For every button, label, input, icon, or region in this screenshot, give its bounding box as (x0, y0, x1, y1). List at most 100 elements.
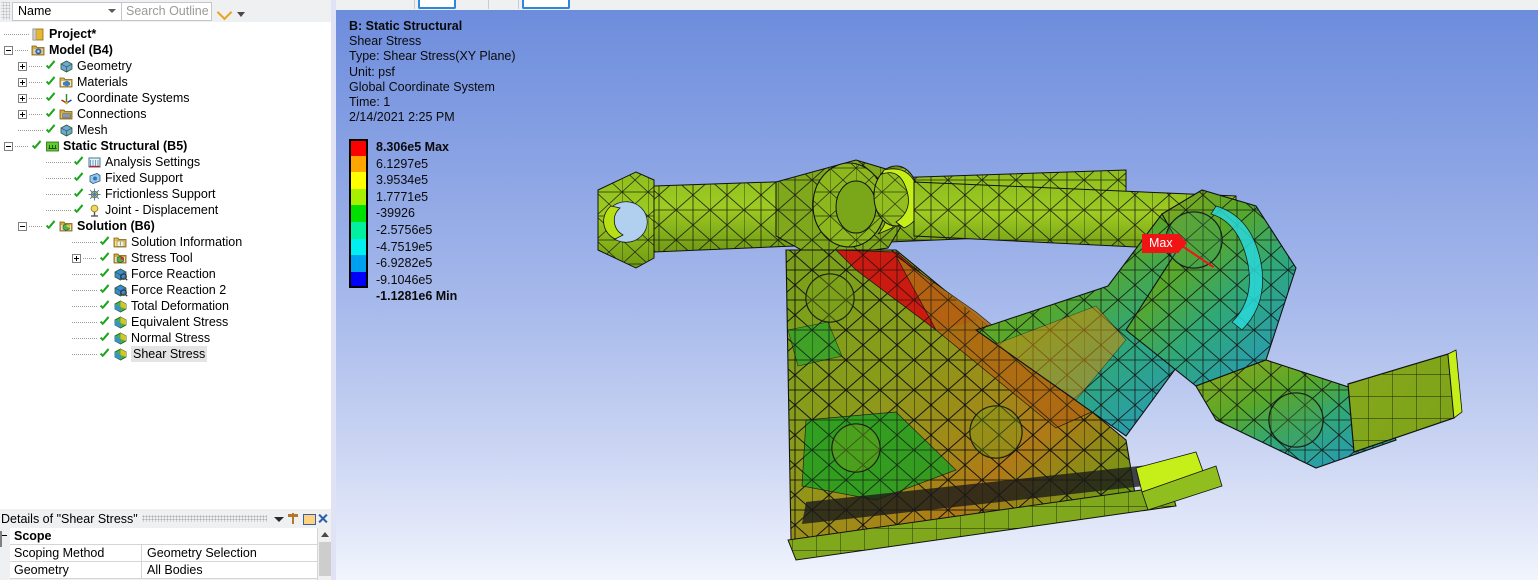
chevron-down-icon (108, 9, 116, 13)
tree-item-solution-b6[interactable]: Solution (B6) (0, 218, 331, 234)
result-icon (113, 315, 128, 329)
legend-band: -4.7519e5 (349, 238, 457, 256)
outline-tree[interactable]: Project* Model (B4) Geometry Materials Coord… (0, 23, 331, 508)
legend-color-swatch (349, 255, 368, 272)
legend-band: -6.9282e5 (349, 255, 457, 272)
solution-icon (59, 219, 74, 233)
legend-value-label: 1.7771e5 (376, 189, 429, 204)
details-property-value[interactable]: All Bodies (142, 562, 317, 578)
tree-item-geometry[interactable]: Geometry (0, 58, 331, 74)
tree-item-equivalent-stress[interactable]: Equivalent Stress (0, 314, 331, 330)
legend-value-label: 6.1297e5 (376, 156, 429, 171)
outline-filter-dropdown[interactable]: Name (12, 1, 122, 21)
tree-item-force-reaction[interactable]: Force Reaction (0, 266, 331, 282)
geometry-icon (59, 59, 74, 73)
tree-connector (29, 113, 43, 115)
tree-item-fixed-support[interactable]: Fixed Support (0, 170, 331, 186)
scrollbar-thumb[interactable] (319, 542, 331, 576)
tree-item-force-reaction-2[interactable]: Force Reaction 2 (0, 282, 331, 298)
tree-item-stress-tool[interactable]: Stress Tool (0, 250, 331, 266)
result-icon (113, 347, 128, 361)
expand-icon[interactable] (72, 253, 81, 263)
expand-icon[interactable] (18, 93, 27, 103)
tree-item-model-b4[interactable]: Model (B4) (0, 42, 331, 58)
details-group-title: Scope (10, 528, 317, 544)
legend-band: 6.1297e5 (349, 155, 457, 173)
collapse-icon[interactable] (0, 531, 2, 547)
tree-item-label: Fixed Support (105, 171, 183, 185)
tree-connector (72, 337, 97, 339)
tree-item-label: Solution (B6) (77, 219, 155, 233)
pin-icon[interactable] (286, 511, 301, 526)
tree-item-coordinate-systems[interactable]: Coordinate Systems (0, 90, 331, 106)
model-geometry (597, 159, 1463, 561)
tree-item-project[interactable]: Project* (0, 26, 331, 42)
outline-panel: Name Search Outline Project* Model (B4) Ge… (0, 0, 331, 580)
solution-information-icon: i (113, 235, 128, 249)
end-mount-plate (1347, 349, 1463, 453)
caret-down-icon[interactable] (237, 11, 245, 17)
tree-item-label: Equivalent Stress (131, 315, 229, 329)
tree-item-mesh[interactable]: Mesh (0, 122, 331, 138)
details-grid-body: Scope Scoping Method Geometry Selection Geo… (10, 528, 317, 580)
tree-item-label: Project* (49, 27, 97, 41)
checkmark-icon (45, 108, 58, 121)
tree-item-joint-displacement[interactable]: Joint - Displacement (0, 202, 331, 218)
collapse-icon[interactable] (18, 221, 27, 231)
graphics-viewport[interactable]: B: Static Structural Shear Stress Type: S… (336, 0, 1538, 580)
toolbar-drag-grip[interactable] (1, 2, 10, 20)
checkmark-icon (73, 172, 86, 185)
tree-item-static-structural-b5[interactable]: Static Structural (B5) (0, 138, 331, 154)
tree-item-frictionless-support[interactable]: Frictionless Support (0, 186, 331, 202)
legend-value-label: -6.9282e5 (376, 256, 433, 271)
collapse-icon[interactable] (4, 45, 13, 55)
legend-value-label: -39926 (376, 206, 415, 221)
result-header-title: B: Static Structural (349, 19, 463, 33)
tree-item-materials[interactable]: Materials (0, 74, 331, 90)
contour-legend[interactable]: 8.306e5 Max 6.1297e5 3.9534e5 1.7771e5 -3992… (349, 139, 457, 305)
legend-band: 8.306e5 Max (349, 139, 457, 156)
tree-item-shear-stress[interactable]: Shear Stress (0, 346, 331, 362)
tree-connector (72, 241, 97, 243)
tree-item-connections[interactable]: Connections (0, 106, 331, 122)
tree-connector (83, 257, 97, 259)
scroll-up-icon[interactable] (321, 532, 329, 537)
analysis-settings-icon (87, 155, 102, 169)
close-icon[interactable] (316, 511, 331, 526)
details-scrollbar[interactable] (317, 528, 331, 580)
expand-icon[interactable] (18, 109, 27, 119)
checkmark-icon (73, 188, 86, 201)
legend-color-swatch (349, 205, 368, 222)
search-input[interactable]: Search Outline (122, 1, 212, 21)
details-property-value[interactable]: Geometry Selection (142, 545, 317, 561)
legend-band: -2.5756e5 (349, 221, 457, 239)
details-grid: Scope Scoping Method Geometry Selection Geo… (0, 528, 331, 580)
result-header-line: Shear Stress (349, 34, 422, 49)
result-header-line: Unit: psf (349, 64, 395, 79)
connections-icon (59, 107, 74, 121)
details-panel-header: Details of "Shear Stress" (0, 509, 331, 528)
legend-value-label: -2.5756e5 (376, 222, 433, 237)
tree-connector (29, 225, 43, 227)
tree-item-label: Stress Tool (131, 251, 193, 265)
checkmark-icon (45, 60, 58, 73)
tree-item-label: Joint - Displacement (105, 203, 219, 217)
tree-item-total-deformation[interactable]: Total Deformation (0, 298, 331, 314)
tree-item-analysis-settings[interactable]: Analysis Settings (0, 154, 331, 170)
checkmark-icon (45, 76, 58, 89)
max-annotation-label[interactable]: Max (1142, 234, 1187, 253)
expand-icon[interactable] (18, 77, 27, 87)
collapse-icon[interactable] (4, 141, 13, 151)
tree-item-label: Materials (77, 75, 128, 89)
details-group-expander[interactable] (0, 528, 10, 580)
caret-down-icon[interactable] (271, 511, 286, 526)
finite-element-model[interactable] (336, 0, 1538, 580)
tree-item-normal-stress[interactable]: Normal Stress (0, 330, 331, 346)
tree-item-solution-information[interactable]: i Solution Information (0, 234, 331, 250)
expand-all-icon[interactable] (218, 4, 232, 18)
legend-value-label: -1.1281e6 Min (376, 289, 458, 304)
tree-connector (29, 65, 43, 67)
legend-band: -1.1281e6 Min (349, 288, 457, 305)
maximize-icon[interactable] (301, 511, 316, 526)
expand-icon[interactable] (18, 61, 27, 71)
